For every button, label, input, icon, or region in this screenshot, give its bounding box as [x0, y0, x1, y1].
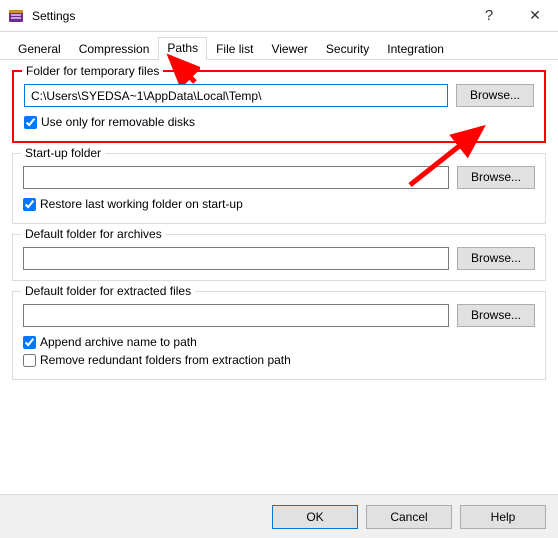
group-startup-legend: Start-up folder — [21, 146, 105, 160]
tab-integration[interactable]: Integration — [378, 38, 453, 60]
restore-folder-label: Restore last working folder on start-up — [40, 197, 243, 211]
append-archive-checkbox[interactable] — [23, 336, 36, 349]
startup-path-input[interactable] — [23, 166, 449, 189]
tab-filelist[interactable]: File list — [207, 38, 262, 60]
extracted-browse-button[interactable]: Browse... — [457, 304, 535, 327]
tab-compression[interactable]: Compression — [70, 38, 159, 60]
group-temp-folder: Folder for temporary files Browse... Use… — [12, 70, 546, 143]
restore-folder-checkbox[interactable] — [23, 198, 36, 211]
window-title: Settings — [32, 9, 466, 23]
removable-disks-checkbox[interactable] — [24, 116, 37, 129]
tab-general[interactable]: General — [9, 38, 70, 60]
append-archive-label: Append archive name to path — [40, 335, 197, 349]
group-archives-folder: Default folder for archives Browse... — [12, 234, 546, 281]
window-controls: ? ✕ — [466, 0, 558, 31]
close-button[interactable]: ✕ — [512, 0, 558, 31]
tab-paths[interactable]: Paths — [158, 37, 207, 60]
titlebar: Settings ? ✕ — [0, 0, 558, 32]
archives-browse-button[interactable]: Browse... — [457, 247, 535, 270]
group-extracted-legend: Default folder for extracted files — [21, 284, 195, 298]
group-startup-folder: Start-up folder Browse... Restore last w… — [12, 153, 546, 224]
ok-button[interactable]: OK — [272, 505, 358, 529]
group-archives-legend: Default folder for archives — [21, 227, 166, 241]
removable-disks-label: Use only for removable disks — [41, 115, 195, 129]
temp-path-input[interactable] — [24, 84, 448, 107]
help-button-footer[interactable]: Help — [460, 505, 546, 529]
archives-path-input[interactable] — [23, 247, 449, 270]
tab-strip: General Compression Paths File list View… — [0, 32, 558, 60]
group-extracted-folder: Default folder for extracted files Brows… — [12, 291, 546, 380]
cancel-button[interactable]: Cancel — [366, 505, 452, 529]
extracted-path-input[interactable] — [23, 304, 449, 327]
tab-content: Folder for temporary files Browse... Use… — [0, 60, 558, 380]
group-temp-legend: Folder for temporary files — [22, 64, 163, 78]
tab-security[interactable]: Security — [317, 38, 378, 60]
help-button[interactable]: ? — [466, 0, 512, 31]
app-icon — [8, 8, 24, 24]
remove-redundant-checkbox[interactable] — [23, 354, 36, 367]
tab-viewer[interactable]: Viewer — [262, 38, 316, 60]
remove-redundant-label: Remove redundant folders from extraction… — [40, 353, 291, 367]
dialog-footer: OK Cancel Help — [0, 494, 558, 538]
startup-browse-button[interactable]: Browse... — [457, 166, 535, 189]
temp-browse-button[interactable]: Browse... — [456, 84, 534, 107]
